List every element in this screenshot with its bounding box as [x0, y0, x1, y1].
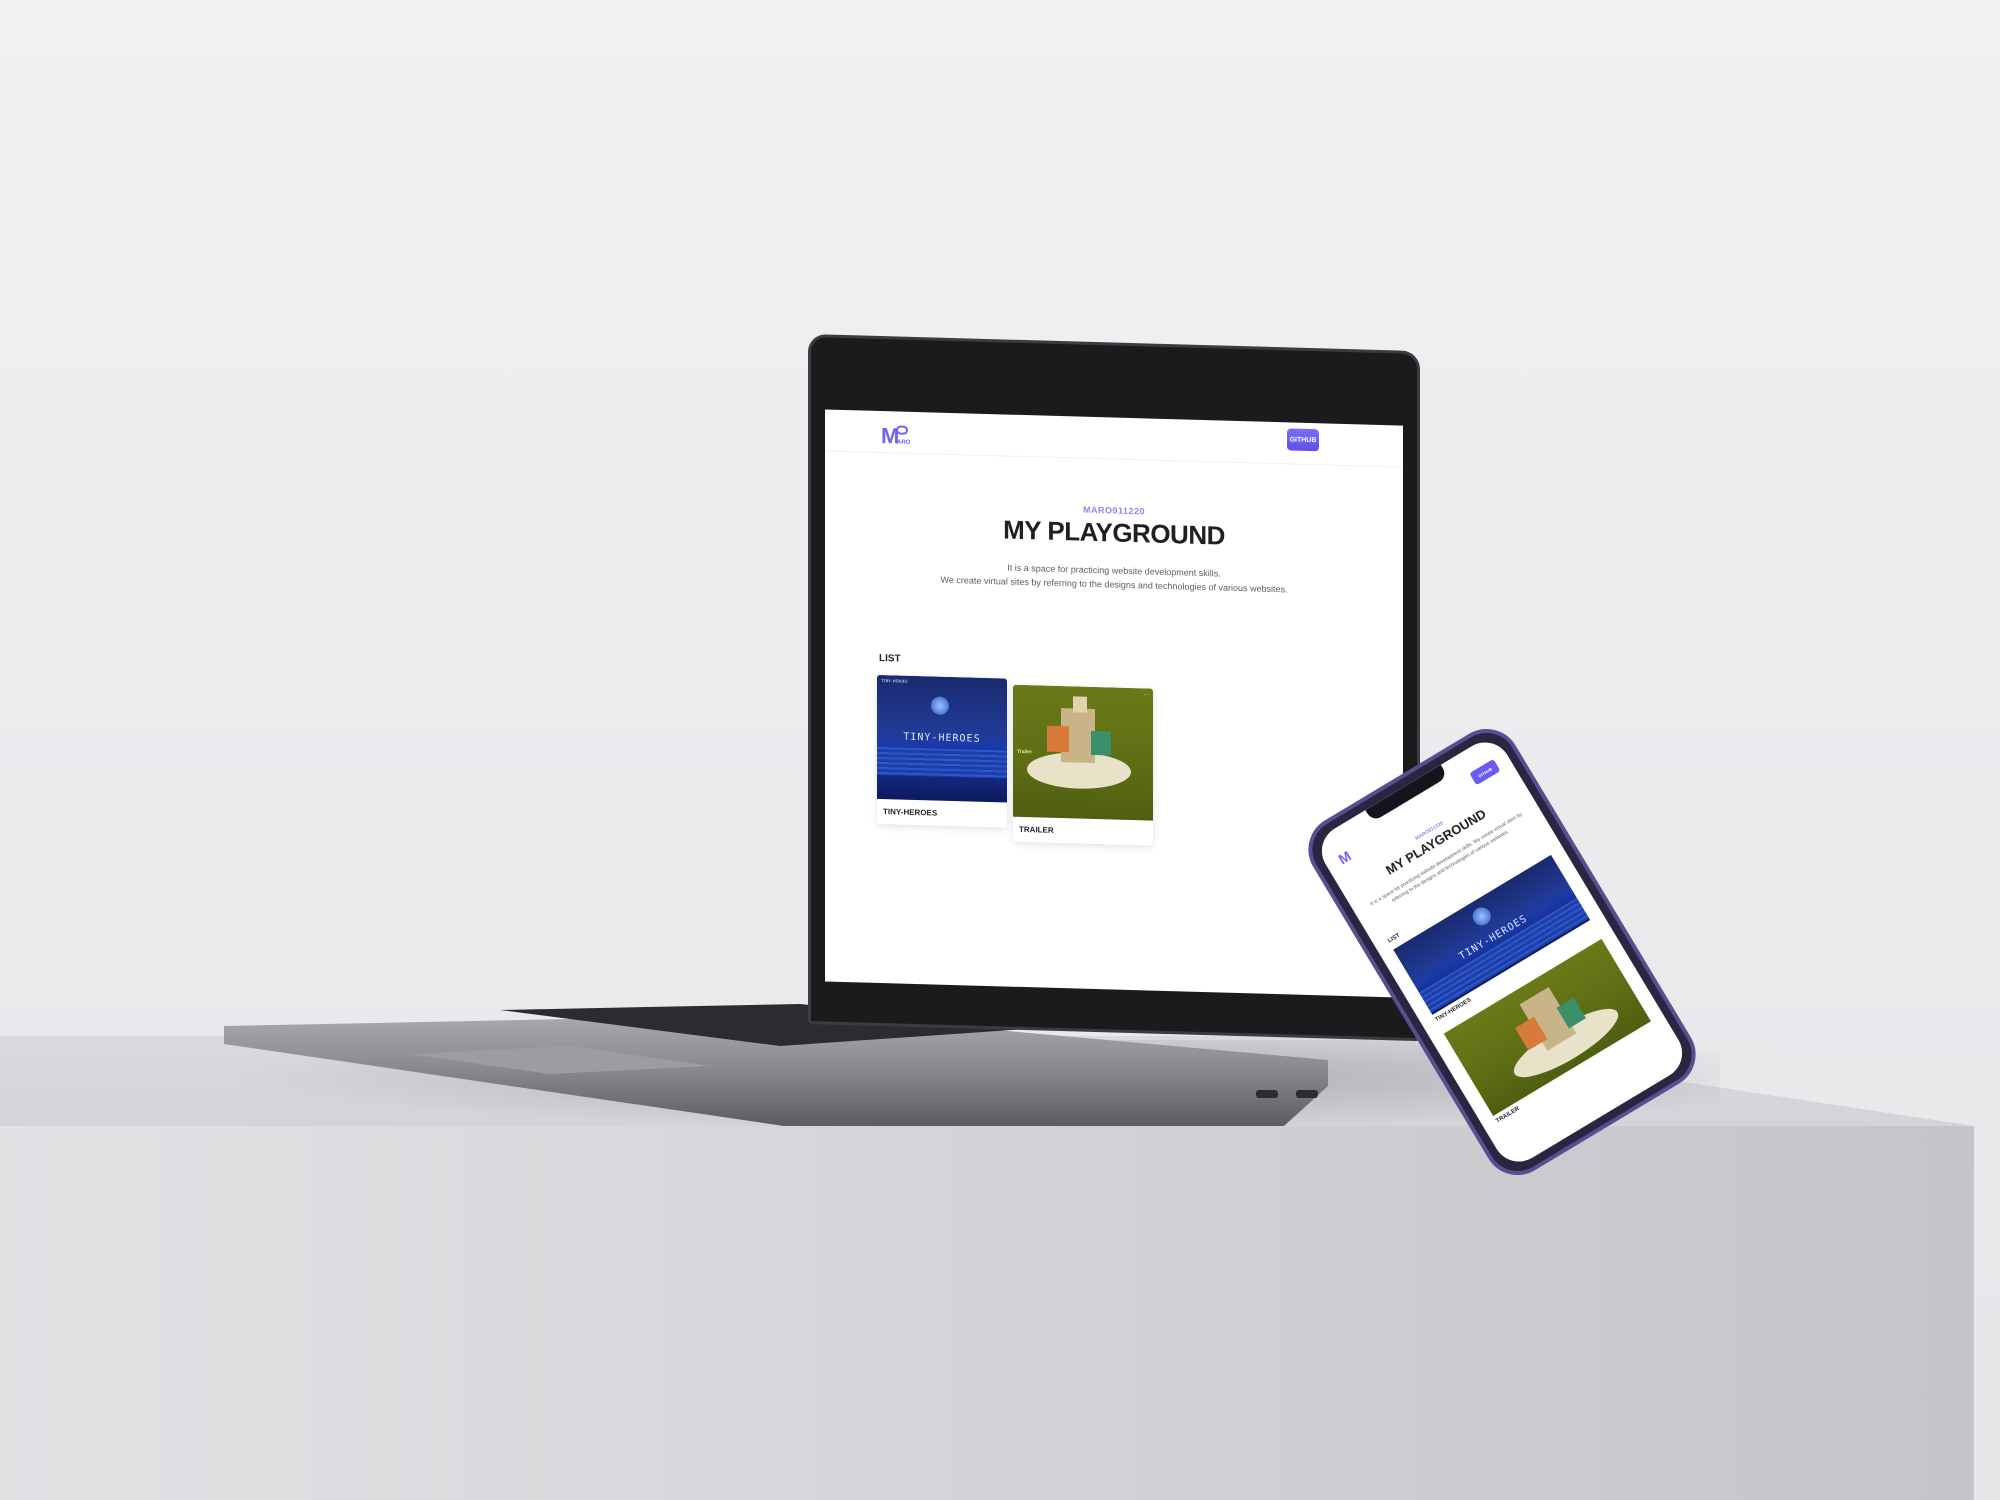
laptop-screen: M ARO GITHUB MARO911220 MY PLAYGROUND It…	[825, 409, 1403, 998]
sculpture-graphic	[1073, 696, 1087, 713]
hero-description: It is a space for practicing website dev…	[825, 555, 1403, 599]
thumbnail-caption: Trailer	[1017, 748, 1033, 756]
phone-site-logo[interactable]: M	[1336, 848, 1354, 868]
site-logo[interactable]: M ARO	[881, 423, 911, 450]
project-card-trailer[interactable]: • • • Trailer TRAILER	[1013, 684, 1153, 846]
thumbnail-topbar: TINY-HEROES	[881, 678, 908, 684]
sculpture-graphic	[1091, 730, 1111, 756]
logo-subtext: ARO	[897, 439, 911, 446]
thumbnail-nav: • • •	[1144, 692, 1149, 697]
site-header: M ARO GITHUB	[825, 409, 1403, 468]
github-button[interactable]: GITHUB	[1287, 428, 1319, 452]
list-heading: LIST	[879, 652, 901, 665]
pedestal-front	[0, 1126, 1974, 1500]
logo-icon	[896, 425, 908, 435]
tiny-heroes-thumbnail: TINY-HEROES TINY-HEROES	[877, 674, 1007, 803]
water-graphic	[877, 746, 1007, 779]
card-label: TINY-HEROES	[883, 807, 938, 818]
card-label: TRAILER	[1019, 824, 1054, 835]
project-card-tiny-heroes[interactable]: TINY-HEROES TINY-HEROES TINY-HEROES	[877, 674, 1007, 828]
phone-list-heading: LIST	[1387, 932, 1402, 945]
moon-icon	[931, 696, 949, 715]
moon-icon	[1469, 903, 1495, 929]
laptop-lid: M ARO GITHUB MARO911220 MY PLAYGROUND It…	[808, 334, 1420, 1042]
trailer-thumbnail: • • • Trailer	[1013, 684, 1153, 821]
usb-c-port	[1256, 1090, 1278, 1098]
usb-c-port	[1296, 1090, 1318, 1098]
thumbnail-game-title: TINY-HEROES	[903, 731, 981, 745]
sculpture-graphic	[1047, 725, 1069, 753]
phone-github-button[interactable]: GITHUB	[1469, 758, 1501, 786]
